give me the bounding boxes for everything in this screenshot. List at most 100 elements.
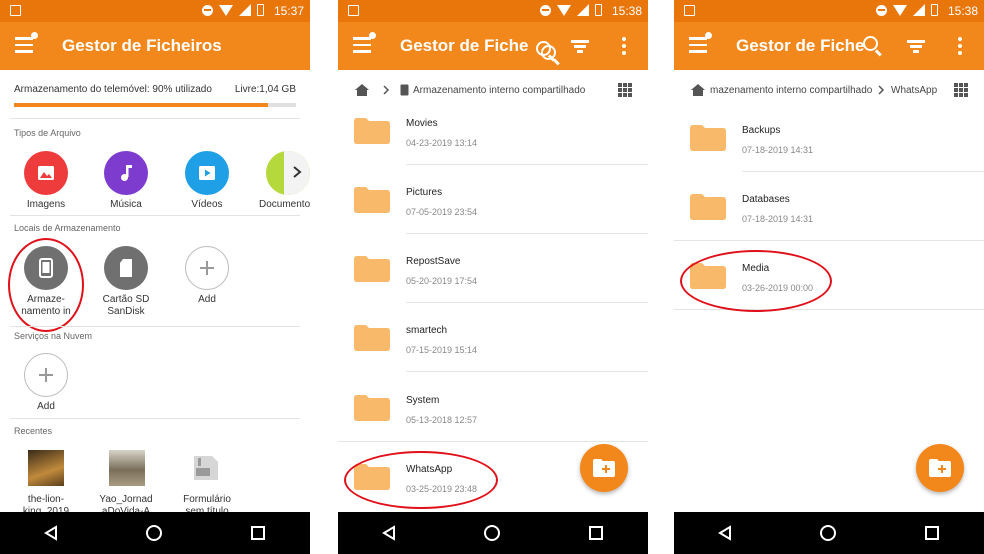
recents-icon[interactable] (588, 525, 604, 541)
recent-thumbnail-lion-king[interactable] (28, 450, 64, 486)
recent-item-3-line1: Formulário (183, 494, 231, 505)
breadcrumb-whatsapp[interactable]: WhatsApp (891, 85, 937, 96)
folder-icon (354, 325, 390, 351)
status-bar: 15:38 (338, 0, 648, 22)
search-icon[interactable] (536, 40, 556, 60)
sd-card-label-line1: Cartão SD (102, 294, 150, 305)
internal-storage-button[interactable] (24, 246, 68, 290)
more-options-icon[interactable] (948, 34, 972, 58)
storage-used-label: Armazenamento do telemóvel: 90% utilizad… (14, 84, 212, 95)
battery-icon (257, 4, 264, 16)
folder-row-movies[interactable]: Movies 04-23-2019 13:14 (338, 96, 648, 165)
battery-icon (595, 4, 602, 16)
folder-name: Databases (742, 194, 790, 205)
video-icon (199, 166, 215, 180)
storage-locations-heading: Locais de Armazenamento (14, 223, 121, 233)
back-icon[interactable] (43, 525, 58, 541)
new-folder-fab[interactable] (916, 444, 964, 492)
chevron-right-icon (293, 166, 302, 178)
folder-icon (354, 464, 390, 490)
folder-row-pictures[interactable]: Pictures 07-05-2019 23:54 (338, 165, 648, 234)
folder-row-system[interactable]: System 05-13-2018 12:57 (338, 373, 648, 442)
zip-file-icon[interactable] (190, 452, 222, 484)
app-title: Gestor de Fiche (400, 36, 529, 55)
phone-screen-internal-storage: 15:38 Gestor de Fiche Armazenamento inte… (338, 0, 648, 554)
folder-row-smartech[interactable]: smartech 07-15-2019 15:14 (338, 303, 648, 372)
recents-icon[interactable] (250, 525, 266, 541)
storage-progress-fill (14, 103, 268, 107)
add-storage-button[interactable] (185, 246, 229, 290)
recents-icon[interactable] (924, 525, 940, 541)
home-icon[interactable] (690, 83, 706, 97)
app-title: Gestor de Fiche (736, 36, 865, 55)
grid-view-icon[interactable] (954, 83, 968, 97)
menu-icon[interactable] (353, 32, 376, 53)
videos-category-button[interactable] (185, 151, 229, 195)
divider (10, 326, 300, 327)
images-label: Imagens (26, 199, 66, 210)
app-bar: Gestor de Fiche (674, 22, 984, 70)
more-options-icon[interactable] (612, 34, 636, 58)
recent-heading: Recentes (14, 426, 53, 436)
battery-icon (931, 4, 938, 16)
folder-row-repostsave[interactable]: RepostSave 05-20-2019 17:54 (338, 234, 648, 303)
folder-icon (690, 125, 726, 151)
folder-row-media[interactable]: Media 03-26-2019 00:00 (674, 241, 984, 310)
filter-icon[interactable] (904, 34, 928, 58)
status-bar: 15:37 (0, 0, 310, 22)
home-icon[interactable] (483, 524, 501, 542)
sd-card-label-line2: SanDisk (107, 306, 145, 317)
folder-date: 07-18-2019 14:31 (742, 145, 814, 155)
storage-summary[interactable]: Armazenamento do telemóvel: 90% utilizad… (14, 84, 296, 95)
menu-icon[interactable] (689, 32, 712, 53)
folder-date: 07-15-2019 15:14 (406, 345, 478, 355)
new-folder-fab[interactable] (580, 444, 628, 492)
folder-name: smartech (406, 325, 448, 336)
folder-name: Media (742, 263, 770, 274)
folder-icon (354, 118, 390, 144)
folder-name: RepostSave (406, 256, 461, 267)
folder-date: 05-20-2019 17:54 (406, 276, 478, 286)
folder-icon (354, 256, 390, 282)
sd-card-button[interactable] (104, 246, 148, 290)
add-cloud-label: Add (37, 401, 55, 412)
scroll-right-button[interactable] (284, 151, 310, 195)
signal-icon (577, 4, 589, 16)
grid-view-icon[interactable] (618, 83, 632, 97)
divider (10, 418, 300, 419)
music-category-button[interactable] (104, 151, 148, 195)
search-icon[interactable] (860, 34, 884, 58)
app-bar: Gestor de Fiche (338, 22, 648, 70)
wifi-icon (557, 4, 571, 16)
internal-storage-label-line2: namento in (21, 306, 71, 317)
add-folder-icon (929, 459, 951, 477)
phone-storage-icon (400, 84, 409, 96)
images-category-button[interactable] (24, 151, 68, 195)
recent-thumbnail-photo[interactable] (109, 450, 145, 486)
home-icon[interactable] (354, 83, 370, 97)
videos-label: Vídeos (191, 199, 223, 210)
folder-row-databases[interactable]: Databases 07-18-2019 14:31 (674, 172, 984, 241)
folder-name: System (406, 395, 440, 406)
status-time: 15:37 (273, 4, 304, 18)
home-icon[interactable] (819, 524, 837, 542)
phone-storage-icon (39, 258, 53, 278)
folder-icon (354, 187, 390, 213)
menu-icon[interactable] (15, 32, 38, 53)
breadcrumb-internal-storage[interactable]: Armazenamento interno compartilhado (413, 85, 585, 96)
signal-icon (239, 4, 251, 16)
back-icon[interactable] (381, 525, 396, 541)
storage-free-label: Livre:1,04 GB (234, 84, 296, 95)
folder-name: Movies (406, 118, 438, 129)
add-icon (200, 261, 214, 275)
wifi-icon (219, 4, 233, 16)
folder-name: Backups (742, 125, 781, 136)
filter-icon[interactable] (568, 34, 592, 58)
add-cloud-button[interactable] (24, 353, 68, 397)
folder-row-backups[interactable]: Backups 07-18-2019 14:31 (674, 103, 984, 172)
breadcrumb-internal-storage[interactable]: mazenamento interno compartilhado (710, 85, 872, 96)
file-types-heading: Tipos de Arquivo (14, 128, 81, 138)
home-icon[interactable] (145, 524, 163, 542)
back-icon[interactable] (717, 525, 732, 541)
folder-date: 05-13-2018 12:57 (406, 415, 478, 425)
